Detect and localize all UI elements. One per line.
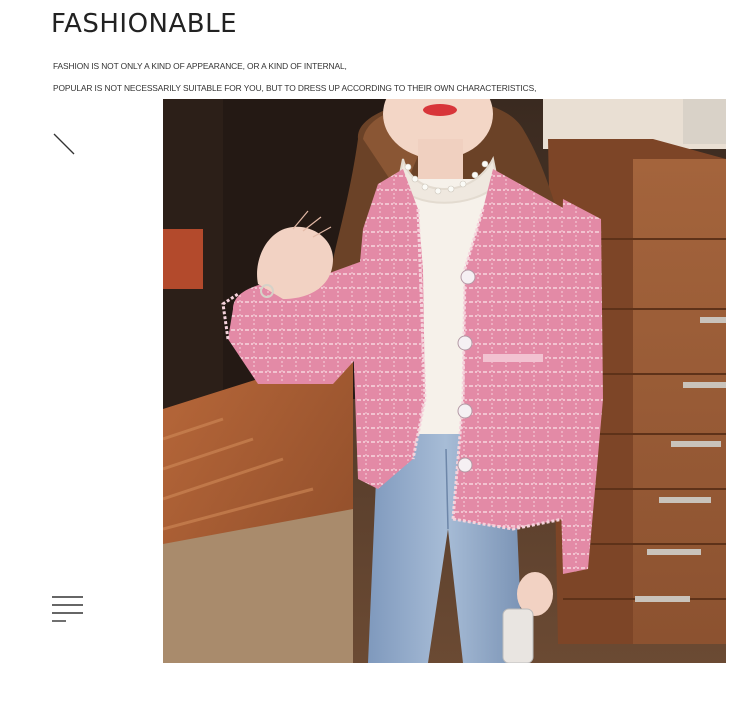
menu-lines-icon — [52, 595, 84, 630]
diagonal-line-icon — [53, 133, 75, 160]
tagline-line-2: POPULAR IS NOT NECESSARILY SUITABLE FOR … — [53, 83, 537, 93]
tagline-line-1: FASHION IS NOT ONLY A KIND OF APPEARANCE… — [53, 61, 347, 71]
page-title: FASHIONABLE — [51, 9, 238, 39]
model-pink-tweed-jacket-photo — [163, 99, 726, 663]
